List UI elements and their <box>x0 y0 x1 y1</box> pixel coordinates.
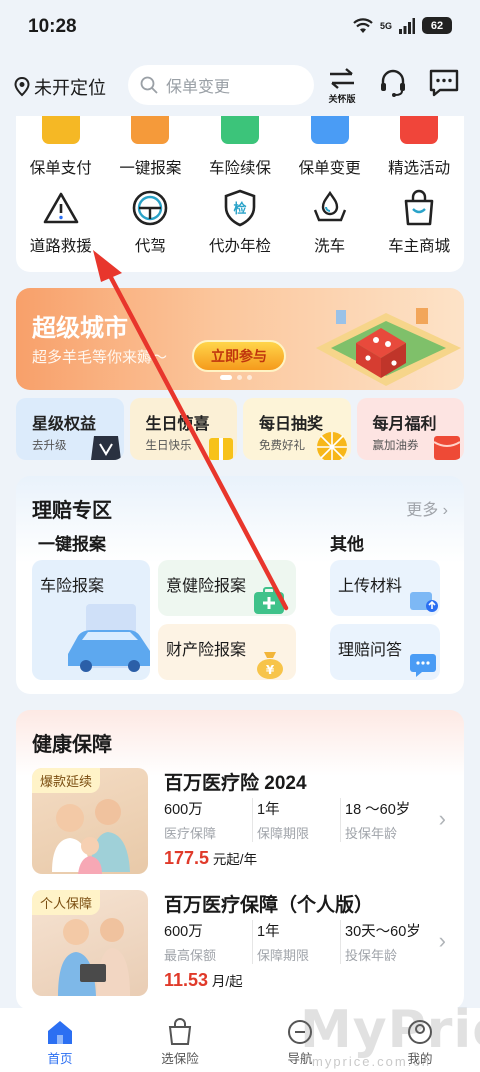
wifi-icon <box>353 17 373 33</box>
message-icon[interactable] <box>428 68 460 98</box>
care-mode-label: 关怀版 <box>328 94 356 104</box>
shopping-bag-icon <box>404 189 434 226</box>
join-now-button[interactable]: 立即参与 <box>192 340 286 372</box>
location-label: 未开定位 <box>34 78 106 98</box>
product-card[interactable]: 个人保障 百万医疗保障（个人版） 600万 最高保额 1年 保障期限 30天～60岁… <box>32 890 450 996</box>
product-price: 177.5 元起/年 <box>164 848 258 868</box>
status-bar: 10:28 5G 62 <box>0 0 480 56</box>
auto-claim-tile[interactable]: 车险报案 <box>32 560 150 680</box>
benefit-monthly[interactable]: 每月福利 赢加油券 <box>356 398 464 460</box>
care-mode-button[interactable]: 关怀版 <box>324 68 360 105</box>
watermark-url: myprice.com.cn <box>312 1054 432 1069</box>
product-name: 百万医疗险 2024 <box>164 773 307 794</box>
search-placeholder: 保单变更 <box>166 79 231 96</box>
health-card: 健康保障 爆款延续 百万医疗险 2024 600万 医疗保障 1年 保障期限 18 … <box>16 710 464 1010</box>
service-designated-driver[interactable]: 代驾 <box>106 188 196 256</box>
other-heading: 其他 <box>330 535 364 554</box>
property-claim-tile[interactable]: 财产险报案 ¥ <box>158 624 296 680</box>
birthday-gift-icon <box>209 438 233 460</box>
gift-icon <box>400 116 439 144</box>
car-icon <box>220 116 259 144</box>
board-game-illustration <box>316 308 461 386</box>
product-name: 百万医疗保障（个人版） <box>164 895 374 916</box>
search-icon <box>140 76 158 94</box>
inspection-shield-icon: 检 <box>224 189 256 227</box>
product-stats: 600万 最高保额 1年 保障期限 30天～60岁 投保年龄 <box>164 920 428 964</box>
banner-subtitle: 超多羊毛等你来薅～ <box>32 349 168 366</box>
nav-home[interactable]: 首页 <box>0 1008 120 1072</box>
location-selector[interactable]: 未开定位 <box>14 74 106 100</box>
shopping-bag-icon <box>168 1018 192 1045</box>
benefit-birthday[interactable]: 生日惊喜 生日快乐 <box>129 398 237 460</box>
nav-choose-insurance[interactable]: 选保险 <box>120 1008 240 1072</box>
service-annual-inspection[interactable]: 检 代办年检 <box>195 188 285 256</box>
service-car-wash[interactable]: 洗车 <box>285 188 375 256</box>
service-road-rescue[interactable]: 道路救援 <box>16 188 106 256</box>
upload-documents-tile[interactable]: 上传材料 <box>330 560 440 616</box>
top-bar: 未开定位 保单变更 关怀版 <box>0 60 480 112</box>
pen-icon <box>310 116 349 144</box>
chevron-right-icon: › <box>442 502 448 519</box>
service-owner-mall[interactable]: 车主商城 <box>374 188 464 256</box>
carousel-dots <box>220 375 252 380</box>
car-wash-icon <box>313 190 346 222</box>
status-icons: 5G 62 <box>353 17 452 34</box>
service-auto-renewal[interactable]: 车险续保 <box>195 116 285 178</box>
benefit-star-rights[interactable]: 星级权益 去升级 <box>16 398 124 460</box>
service-policy-payment[interactable]: 保单支付 <box>16 116 106 178</box>
svg-text:检: 检 <box>233 201 246 217</box>
battery-level: 62 <box>430 19 444 32</box>
signal-icon <box>399 17 415 34</box>
battery-icon: 62 <box>422 17 452 34</box>
product-card[interactable]: 爆款延续 百万医疗险 2024 600万 医疗保障 1年 保障期限 18 ～60岁投… <box>32 768 450 874</box>
watermark-logo: MyPrice <box>300 1000 480 1060</box>
services-card: 保单支付 一键报案 车险续保 保单变更 精选活动 道路救援 代驾 检 代办年检 … <box>16 116 464 272</box>
status-time: 10:28 <box>28 16 77 37</box>
red-packet-icon <box>433 436 461 460</box>
chevron-right-icon: › <box>438 928 446 953</box>
service-quick-report[interactable]: 一键报案 <box>106 116 196 178</box>
report-icon <box>131 116 170 144</box>
money-bag-icon: ¥ <box>257 652 283 679</box>
swap-arrows-icon <box>330 68 354 89</box>
customer-service-icon[interactable] <box>378 68 408 98</box>
lucky-wheel-icon <box>316 432 347 460</box>
product-tag: 个人保障 <box>32 890 101 915</box>
car-icon <box>68 604 150 672</box>
service-featured-events[interactable]: 精选活动 <box>374 116 464 178</box>
home-icon <box>48 1021 72 1044</box>
accident-health-claim-tile[interactable]: 意健险报案 <box>158 560 296 616</box>
claims-card: 理赔专区 更多 › 一键报案 其他 车险报案 意健险报案 财产险报案 ¥ 上传材… <box>16 476 464 694</box>
chat-bubble-icon <box>410 654 436 677</box>
super-city-banner[interactable]: 超级城市 超多羊毛等你来薅～ 立即参与 <box>16 288 464 390</box>
service-policy-change[interactable]: 保单变更 <box>285 116 375 178</box>
product-price: 11.53 月/起 <box>164 970 243 990</box>
product-tag: 爆款延续 <box>32 768 101 793</box>
diamond-icon <box>90 436 121 460</box>
search-input[interactable]: 保单变更 <box>128 65 314 105</box>
steering-wheel-icon <box>133 190 168 226</box>
quick-report-heading: 一键报案 <box>38 535 106 554</box>
benefit-daily-draw[interactable]: 每日抽奖 免费好礼 <box>243 398 351 460</box>
claim-qa-tile[interactable]: 理赔问答 <box>330 624 440 680</box>
upload-icon <box>410 592 438 612</box>
svg-text:¥: ¥ <box>266 663 275 677</box>
chevron-right-icon: › <box>438 806 446 831</box>
medical-kit-icon <box>254 587 284 614</box>
claims-title: 理赔专区 <box>32 500 112 522</box>
product-stats: 600万 医疗保障 1年 保障期限 18 ～60岁 投保年龄 <box>164 798 428 842</box>
location-pin-icon <box>14 77 30 97</box>
network-label: 5G <box>379 20 392 31</box>
banner-title: 超级城市 <box>32 315 128 342</box>
claims-more-link[interactable]: 更多 › <box>406 496 448 520</box>
health-title: 健康保障 <box>32 734 112 756</box>
warning-icon <box>43 192 79 224</box>
wallet-icon <box>41 116 80 144</box>
benefits-strip: 星级权益 去升级 生日惊喜 生日快乐 每日抽奖 免费好礼 每月福利 赢加油券 <box>16 398 464 460</box>
